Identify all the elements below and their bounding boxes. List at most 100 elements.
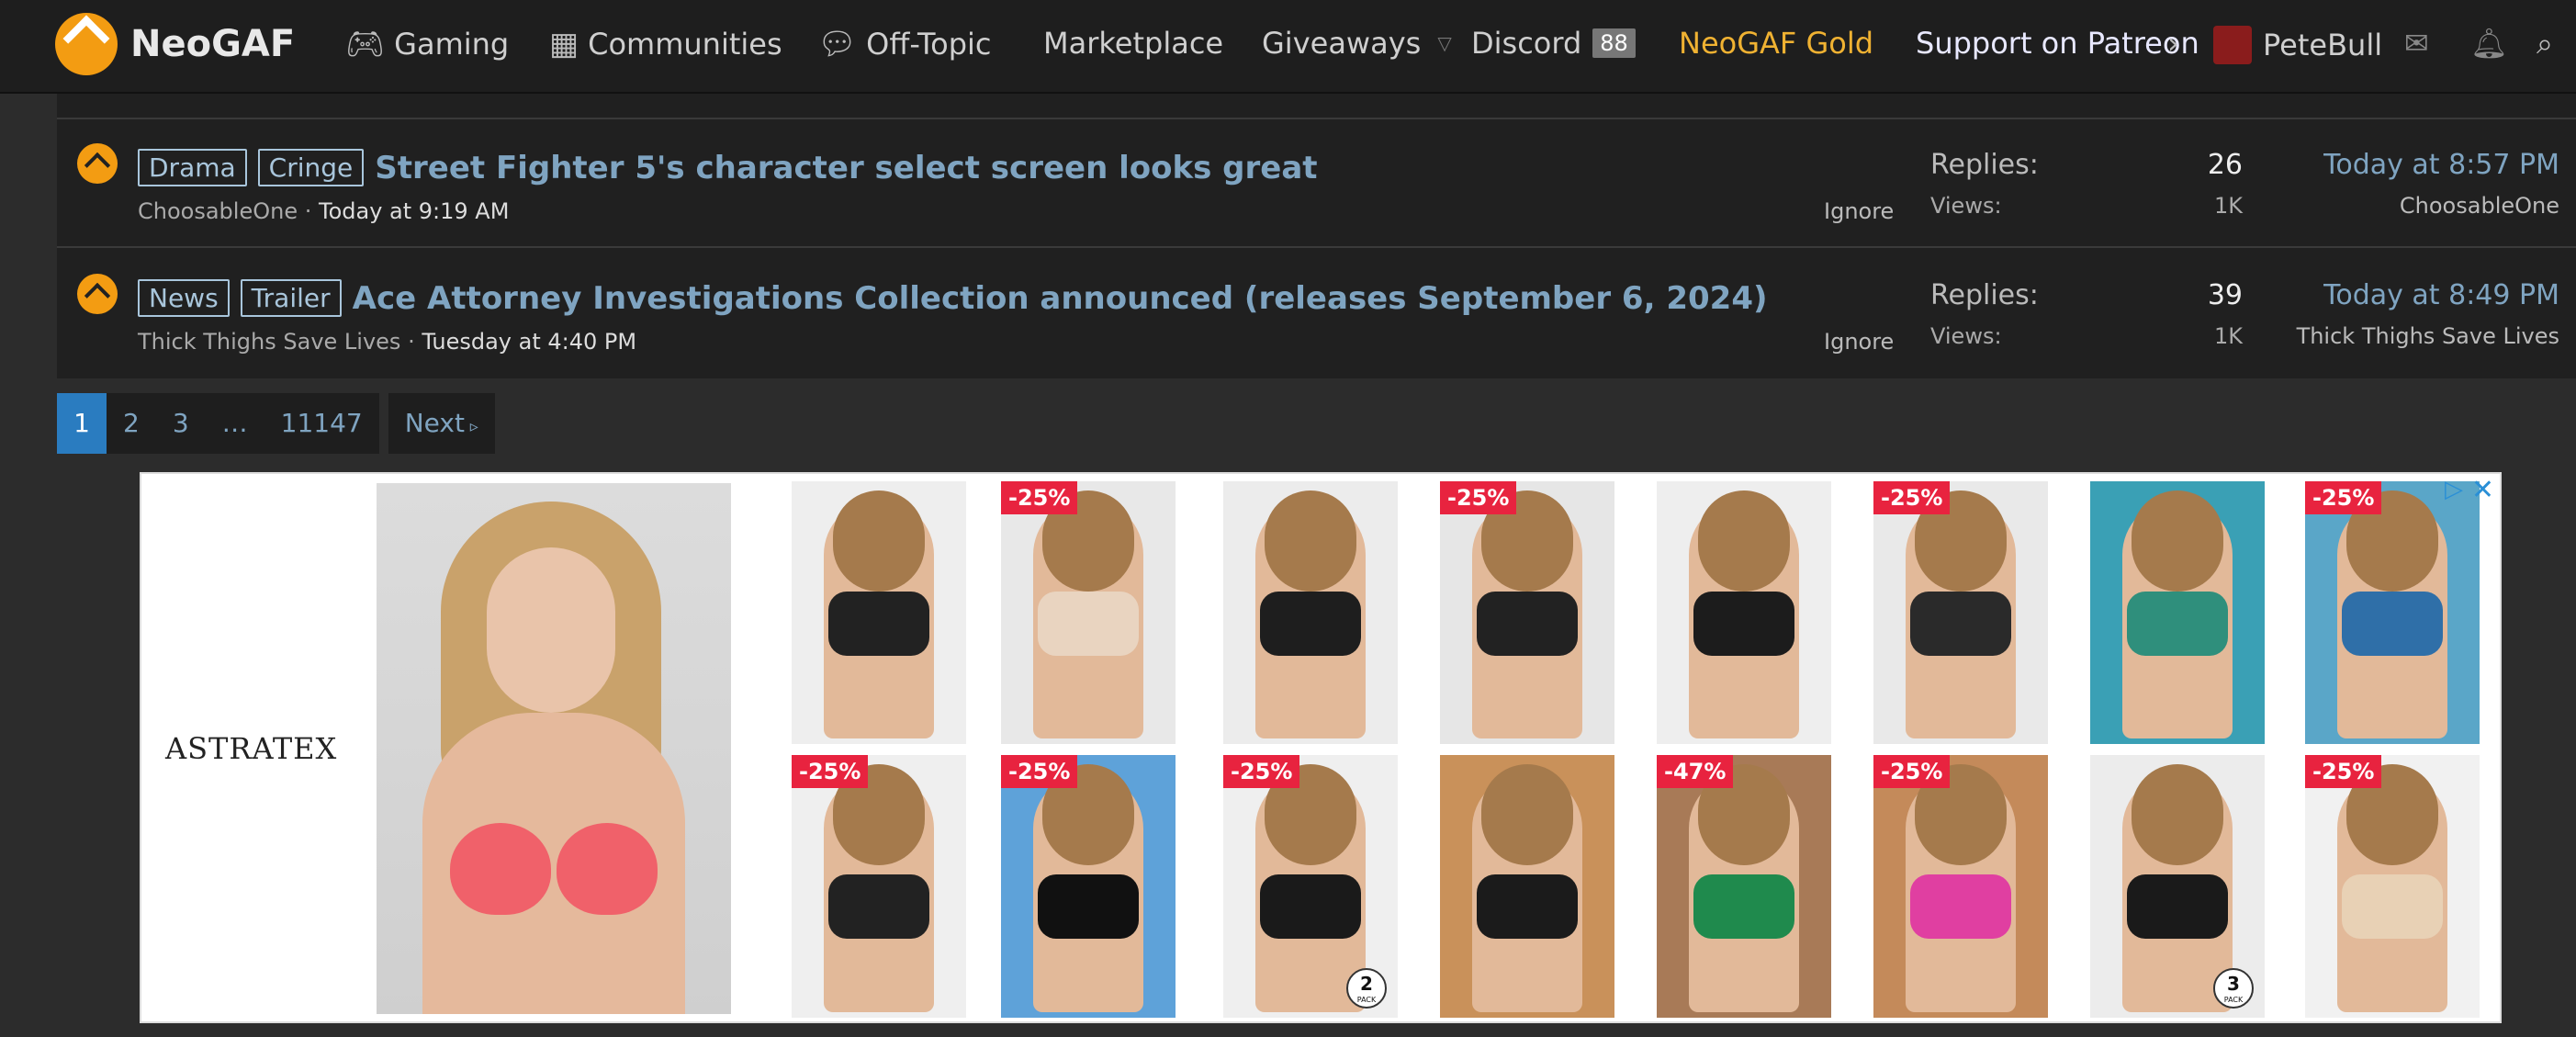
- ad-product-tile[interactable]: 3 PACK: [2090, 755, 2265, 1018]
- thread-avatar[interactable]: [77, 143, 118, 184]
- discount-badge: -47%: [1657, 755, 1734, 788]
- top-nav: NeoGAF 🎮︎ Gaming ▦ Communities 💬︎ Off-To…: [0, 0, 2576, 94]
- thread-tag[interactable]: Drama: [138, 149, 247, 186]
- caret-right-icon: ▹: [464, 417, 478, 436]
- thread-tag[interactable]: News: [138, 279, 230, 317]
- thread-title-link[interactable]: Street Fighter 5's character select scre…: [375, 150, 1317, 186]
- discount-badge: -25%: [1873, 481, 1951, 514]
- pack-count-badge: 2 PACK: [1346, 968, 1387, 1009]
- replies-count: 39: [2207, 279, 2243, 311]
- last-post-user[interactable]: ChoosableOne: [2400, 193, 2559, 219]
- pack-count-badge: 3 PACK: [2213, 968, 2254, 1009]
- thread-avatar[interactable]: [77, 274, 118, 314]
- nav-patreon-label: Support on Patreon: [1916, 26, 2199, 61]
- ad-hero-image[interactable]: [377, 483, 731, 1014]
- discount-badge: -25%: [1001, 481, 1078, 514]
- ad-product-tile[interactable]: -25%: [1440, 481, 1614, 744]
- search-icon[interactable]: ⌕: [2537, 26, 2553, 62]
- nav-off-topic[interactable]: 💬︎ Off-Topic: [817, 26, 992, 62]
- replies-count: 26: [2207, 149, 2243, 181]
- ignore-button[interactable]: Ignore: [1824, 329, 1894, 355]
- discord-count-badge: 88: [1592, 28, 1636, 58]
- nav-gaming-label: Gaming: [394, 27, 510, 62]
- ad-product-tile[interactable]: -25%: [1873, 481, 2048, 744]
- thread-meta: Thick Thighs Save Lives · Tuesday at 4:4…: [138, 329, 637, 355]
- page-link[interactable]: 3: [156, 393, 206, 454]
- discount-badge: -25%: [1440, 481, 1517, 514]
- ad-product-tile[interactable]: [2090, 481, 2265, 744]
- nav-gold-label: NeoGAF Gold: [1679, 26, 1874, 61]
- ad-product-tile[interactable]: [1657, 481, 1831, 744]
- nav-marketplace-label: Marketplace: [1043, 26, 1224, 61]
- site-brand: NeoGAF: [130, 23, 296, 65]
- ad-product-tile[interactable]: -25%: [1001, 481, 1176, 744]
- username: PeteBull: [2263, 28, 2383, 62]
- nav-scroll-right-icon[interactable]: ›: [2167, 26, 2179, 61]
- thread-row[interactable]: News Trailer Ace Attorney Investigations…: [57, 250, 2576, 378]
- thread-row[interactable]: Drama Cringe Street Fighter 5's characte…: [57, 119, 2576, 248]
- ad-product-tile[interactable]: [1223, 481, 1398, 744]
- nav-gaming[interactable]: 🎮︎ Gaming: [345, 26, 509, 62]
- gamepad-icon: 🎮︎: [345, 26, 386, 62]
- ad-product-tile[interactable]: -25% 2 PACK: [1223, 755, 1398, 1018]
- thread-title-link[interactable]: Ace Attorney Investigations Collection a…: [353, 280, 1768, 317]
- discount-badge: -25%: [792, 755, 869, 788]
- thread-start-date[interactable]: Today at 9:19 AM: [319, 198, 509, 224]
- next-page-button[interactable]: Next ▹: [388, 393, 495, 454]
- last-post-time[interactable]: Today at 8:57 PM: [2323, 149, 2559, 181]
- nav-communities-label: Communities: [588, 27, 782, 62]
- replies-label: Replies:: [1930, 279, 2039, 311]
- ad-product-tile[interactable]: -25%: [1001, 755, 1176, 1018]
- thread-author[interactable]: ChoosableOne: [138, 198, 298, 224]
- thread-start-date[interactable]: Tuesday at 4:40 PM: [422, 329, 636, 355]
- thread-title-row: Drama Cringe Street Fighter 5's characte…: [138, 149, 1318, 186]
- views-count: 1K: [2213, 193, 2243, 219]
- thread-meta: ChoosableOne · Today at 9:19 AM: [138, 198, 510, 224]
- pagination: 1 2 3 … 11147 Next ▹: [57, 393, 495, 454]
- nav-marketplace[interactable]: Marketplace: [1043, 26, 1223, 61]
- chat-bubbles-icon: 💬︎: [817, 26, 858, 62]
- site-logo[interactable]: NeoGAF: [55, 13, 295, 75]
- nav-giveaways-label: Giveaways: [1262, 26, 1422, 61]
- nav-patreon[interactable]: Support on Patreon: [1916, 26, 2199, 61]
- ad-brand-logo[interactable]: ASTRATEX: [165, 731, 337, 766]
- nav-discord[interactable]: Discord 88: [1471, 26, 1636, 61]
- page-jump-ellipsis[interactable]: …: [206, 393, 264, 454]
- nav-neogaf-gold[interactable]: NeoGAF Gold: [1679, 26, 1873, 61]
- ad-product-tile[interactable]: -25%: [792, 755, 966, 1018]
- page-link-current[interactable]: 1: [57, 393, 107, 454]
- nav-communities[interactable]: ▦ Communities: [549, 26, 782, 62]
- ad-product-tile[interactable]: -47%: [1657, 755, 1831, 1018]
- ad-product-tile[interactable]: [792, 481, 966, 744]
- thread-author[interactable]: Thick Thighs Save Lives: [138, 329, 400, 355]
- user-menu[interactable]: PeteBull: [2213, 26, 2382, 64]
- thread-title-row: News Trailer Ace Attorney Investigations…: [138, 279, 1768, 317]
- thread-list: Drama Cringe Street Fighter 5's characte…: [57, 94, 2576, 378]
- discount-badge: -25%: [1223, 755, 1300, 788]
- ad-product-tile[interactable]: [1440, 755, 1614, 1018]
- adchoices-icon[interactable]: ▷: [2445, 476, 2463, 503]
- last-post-time[interactable]: Today at 8:49 PM: [2323, 279, 2559, 311]
- nav-giveaways[interactable]: Giveaways ▽: [1262, 26, 1452, 61]
- last-post-user[interactable]: Thick Thighs Save Lives: [2297, 323, 2559, 349]
- advertisement-banner[interactable]: ASTRATEX -25% -25% -25% -25% -25% -25% -25% 2 PA…: [140, 472, 2502, 1023]
- building-icon: ▦: [549, 26, 579, 62]
- ignore-button[interactable]: Ignore: [1824, 198, 1894, 224]
- page-link-last[interactable]: 11147: [264, 393, 379, 454]
- chevron-down-icon[interactable]: ▽: [1437, 32, 1451, 54]
- ad-product-tile[interactable]: -25%: [2305, 755, 2480, 1018]
- ad-product-tile[interactable]: -25%: [1873, 755, 2048, 1018]
- close-icon[interactable]: ✕: [2471, 474, 2494, 506]
- page-link[interactable]: 2: [107, 393, 156, 454]
- page-numbers: 1 2 3 … 11147: [57, 393, 379, 454]
- discount-badge: -25%: [2305, 755, 2382, 788]
- inbox-icon[interactable]: ✉: [2404, 26, 2429, 61]
- thread-tag[interactable]: Trailer: [240, 279, 342, 317]
- discount-badge: -25%: [2305, 481, 2382, 514]
- thread-tag[interactable]: Cringe: [257, 149, 365, 186]
- alerts-bell-icon[interactable]: 🔔︎: [2470, 26, 2508, 61]
- ad-product-tile[interactable]: -25%: [2305, 481, 2480, 744]
- nav-discord-label: Discord: [1471, 26, 1582, 61]
- replies-label: Replies:: [1930, 149, 2039, 181]
- views-label: Views:: [1930, 323, 2002, 349]
